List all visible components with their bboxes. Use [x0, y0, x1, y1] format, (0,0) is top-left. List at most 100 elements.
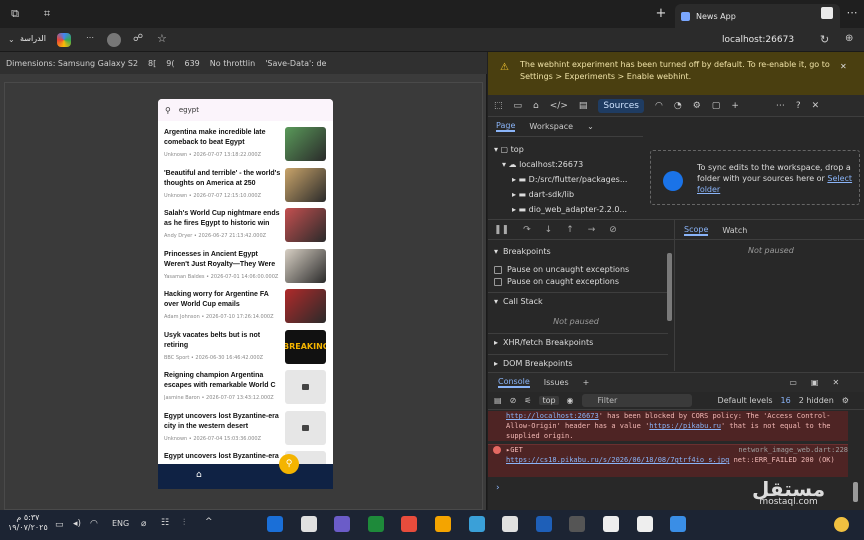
throttle-select[interactable]: No throttlin [210, 59, 255, 68]
undock-icon[interactable]: ▣ [811, 378, 819, 387]
more-icon[interactable]: ⋯ [86, 33, 94, 42]
chrome-icon[interactable] [468, 516, 485, 532]
add-panel-icon[interactable]: + [731, 101, 739, 111]
copilot-app-icon[interactable] [367, 516, 384, 532]
tray-chevron-icon[interactable]: ^ [205, 517, 213, 527]
close-devtools-icon[interactable]: ✕ [812, 101, 820, 111]
device-width[interactable]: 8[ [148, 59, 156, 68]
live-expression-icon[interactable]: ◉ [567, 396, 574, 405]
equalizer-icon[interactable]: ⫶ [183, 518, 185, 528]
tab-scope[interactable]: Scope [684, 225, 709, 236]
tree-item-folder[interactable]: ▸ ▬ dio_web_adapter-2.2.0... [512, 205, 627, 214]
list-item[interactable]: Hacking worry for Argentine FA over Worl… [164, 289, 329, 325]
workspace-tab[interactable]: Workspace [529, 122, 573, 131]
store-icon[interactable] [502, 516, 519, 532]
cors-value-link[interactable]: https://pikabu.ru [649, 422, 721, 430]
reload-icon[interactable]: ↻ [820, 33, 829, 46]
tab-sources[interactable]: Sources [598, 98, 644, 113]
deactivate-breakpoints-icon[interactable]: ⊘ [609, 225, 617, 235]
error-source-link[interactable]: network_image_web.dart:228 [738, 445, 848, 455]
wifi-icon[interactable]: ◠ [90, 519, 98, 529]
close-banner-icon[interactable]: ✕ [840, 61, 847, 73]
filter-input[interactable]: Filter [581, 394, 692, 407]
context-select[interactable]: top [539, 396, 559, 405]
battery-icon[interactable]: ▭ [55, 520, 64, 530]
list-item[interactable]: Argentina make incredible late comeback … [164, 127, 329, 163]
error-url-link[interactable]: https://cs18.pikabu.ru/s/2026/06/18/08/7… [506, 456, 729, 464]
edge-icon[interactable] [267, 516, 283, 532]
step-into-icon[interactable]: ↓ [545, 225, 553, 235]
tab-actions-icon[interactable]: ⧉ [8, 7, 22, 21]
teams-icon[interactable] [334, 516, 351, 532]
list-item[interactable]: Princesses in Ancient Egypt Weren't Just… [164, 248, 329, 285]
more-tabs-chevron-icon[interactable]: ⌄ [587, 122, 594, 131]
pause-caught-row[interactable]: Pause on caught exceptions [488, 273, 668, 290]
search-taskbar-icon[interactable] [636, 516, 653, 532]
collections-icon[interactable]: ☍ [133, 33, 143, 44]
tree-item-folder[interactable]: ▸ ▬ D:/src/flutter/packages... [512, 175, 627, 184]
arc-icon[interactable] [300, 516, 317, 532]
youtube-icon[interactable] [401, 516, 418, 532]
list-item[interactable]: 'Beautiful and terrible' - the world's t… [164, 167, 329, 204]
url-text[interactable]: localhost:26673 [722, 35, 794, 45]
zoom-icon[interactable]: ⊕ [845, 33, 853, 44]
office-icon[interactable] [535, 516, 552, 532]
pause-icon[interactable]: ❚❚ [494, 225, 509, 235]
page-tab[interactable]: Page [496, 121, 516, 132]
search-input[interactable]: egypt [179, 106, 199, 114]
tab-news-app[interactable]: News App ✕ [675, 4, 840, 28]
scrollbar[interactable] [667, 253, 672, 321]
search-fab[interactable]: ⚲ [279, 454, 299, 474]
add-drawer-tab-icon[interactable]: + [583, 378, 590, 387]
chevron-down-icon[interactable]: ⌄ [8, 35, 15, 44]
elements-home-icon[interactable]: ⌂ [533, 101, 539, 111]
tree-item-host[interactable]: ▾ ☁ localhost:26673 [502, 160, 583, 169]
call-stack-header[interactable]: ▾ Call Stack [488, 292, 668, 309]
console-settings-icon[interactable]: ⚙ [842, 396, 849, 405]
tab-console[interactable]: Console [498, 377, 530, 388]
breakpoints-header[interactable]: ▾ Breakpoints [488, 243, 668, 260]
list-item[interactable]: Salah's World Cup nightmare ends as he f… [164, 208, 329, 244]
mic-muted-icon[interactable]: ⌀ [141, 519, 146, 529]
pane-divider[interactable] [674, 219, 675, 371]
cors-origin-link[interactable]: http://localhost:26673 [506, 412, 599, 420]
sidebar-toggle-icon[interactable]: ▤ [494, 396, 502, 405]
list-item[interactable]: Usyk vacates belts but is not retiring BB… [164, 329, 329, 366]
performance-icon[interactable]: ◔ [674, 101, 682, 111]
files-icon[interactable] [435, 516, 451, 532]
checkbox[interactable] [494, 277, 502, 286]
device-toggle-icon[interactable]: ▭ [514, 101, 523, 111]
xhr-breakpoints-header[interactable]: ▸ XHR/fetch Breakpoints [488, 333, 668, 350]
step-over-icon[interactable]: ↷ [523, 225, 531, 235]
search-bar[interactable]: ⚲ egypt [158, 99, 333, 121]
console-scrollbar[interactable] [853, 482, 858, 502]
start-icon[interactable] [670, 516, 687, 532]
dom-breakpoints-header[interactable]: ▸ DOM Breakpoints [488, 354, 668, 371]
clear-console-icon[interactable]: ⊘ [510, 396, 517, 405]
tab-watch[interactable]: Watch [722, 226, 747, 235]
dock-icon[interactable]: ▭ [789, 378, 797, 387]
application-icon[interactable]: ▢ [712, 101, 721, 111]
workspace-drop-zone[interactable]: To sync edits to the workspace, drop a f… [650, 150, 860, 205]
save-data-select[interactable]: 'Save-Data': de [265, 59, 326, 68]
network-icon[interactable]: ◠ [655, 101, 663, 111]
snip-icon[interactable] [603, 516, 619, 532]
menu-icon[interactable]: ⋯ [845, 6, 859, 19]
profile-label[interactable]: الدراسة [20, 34, 46, 43]
console-icon[interactable]: ▤ [579, 101, 588, 111]
device-height[interactable]: 9( [166, 59, 174, 68]
chat-icon[interactable]: ☷ [161, 518, 169, 528]
tab-issues[interactable]: Issues [544, 378, 569, 387]
favorite-star-icon[interactable]: ☆ [157, 32, 167, 45]
log-levels-select[interactable]: Default levels [718, 396, 773, 405]
new-tab-icon[interactable]: + [654, 6, 668, 21]
device-zoom[interactable]: 639 [184, 59, 199, 68]
language-indicator[interactable]: ENG [112, 519, 129, 528]
device-dimensions[interactable]: Dimensions: Samsung Galaxy S2 [6, 59, 138, 68]
inspect-icon[interactable]: ⬚ [494, 101, 503, 111]
step-out-icon[interactable]: ↑ [566, 225, 574, 235]
tree-item-top[interactable]: ▾ ▢ top [494, 145, 524, 154]
close-drawer-icon[interactable]: ✕ [832, 378, 839, 387]
more-tools-icon[interactable]: ⋯ [776, 101, 785, 111]
settings-gear-icon[interactable]: ⚙ [693, 101, 701, 111]
